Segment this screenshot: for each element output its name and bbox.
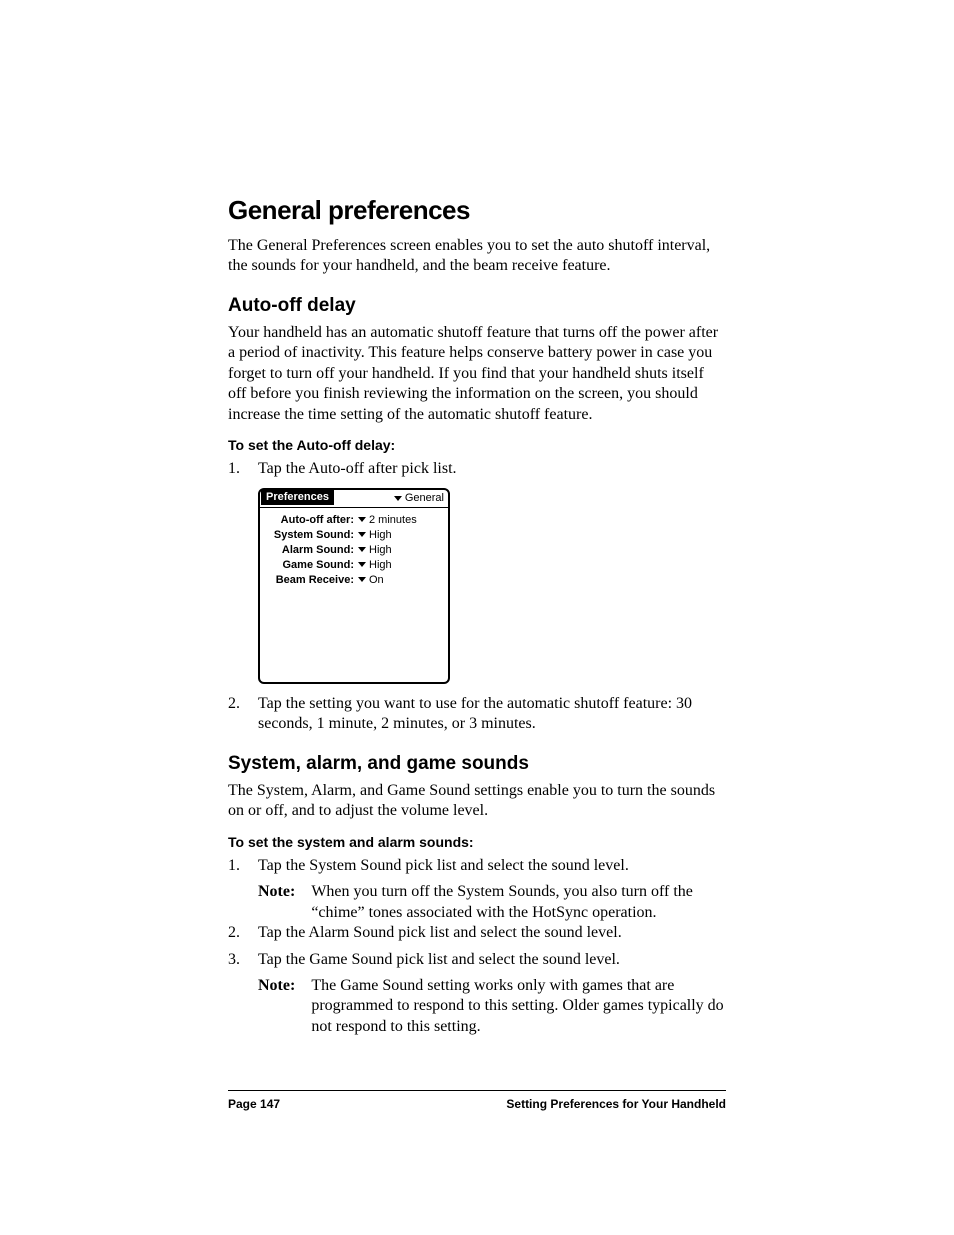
sounds-subhead: To set the system and alarm sounds: [228, 834, 726, 850]
dropdown-icon [358, 547, 366, 552]
sounds-paragraph: The System, Alarm, and Game Sound settin… [228, 781, 726, 822]
auto-off-subhead: To set the Auto-off delay: [228, 437, 726, 453]
auto-off-heading: Auto-off delay [228, 295, 726, 317]
note-text: When you turn off the System Sounds, you… [311, 882, 726, 923]
pref-row: System Sound: High [266, 529, 442, 541]
note-block: Note: When you turn off the System Sound… [258, 882, 726, 923]
list-item: Tap the Auto-off after pick list. [228, 459, 726, 479]
dropdown-icon [358, 577, 366, 582]
list-item: Tap the setting you want to use for the … [228, 694, 726, 735]
screenshot-title: Preferences [261, 490, 334, 505]
pref-value: On [369, 574, 384, 586]
pref-picklist: 2 minutes [358, 514, 417, 526]
screenshot-category-picker: General [394, 492, 444, 504]
pref-value: 2 minutes [369, 514, 417, 526]
sounds-steps: Tap the System Sound pick list and selec… [228, 856, 726, 876]
pref-label: Game Sound: [266, 559, 354, 571]
page-number: Page 147 [228, 1097, 280, 1111]
pref-row: Game Sound: High [266, 559, 442, 571]
page-footer: Page 147 Setting Preferences for Your Ha… [228, 1090, 726, 1111]
sounds-heading: System, alarm, and game sounds [228, 753, 726, 775]
intro-paragraph: The General Preferences screen enables y… [228, 236, 726, 277]
pref-label: Auto-off after: [266, 514, 354, 526]
note-block: Note: The Game Sound setting works only … [258, 976, 726, 1037]
note-label: Note: [258, 976, 295, 1037]
screenshot-body: Auto-off after: 2 minutes System Sound: … [260, 508, 448, 595]
pref-row: Auto-off after: 2 minutes [266, 514, 442, 526]
pref-row: Beam Receive: On [266, 574, 442, 586]
sounds-steps-cont: Tap the Alarm Sound pick list and select… [228, 923, 726, 970]
page-heading: General preferences [228, 195, 726, 226]
pref-value: High [369, 529, 392, 541]
screenshot-titlebar: Preferences General [260, 490, 448, 508]
auto-off-paragraph: Your handheld has an automatic shutoff f… [228, 323, 726, 425]
pref-picklist: On [358, 574, 384, 586]
step-text: Tap the Game Sound pick list and select … [258, 951, 620, 968]
pref-value: High [369, 544, 392, 556]
list-item: Tap the System Sound pick list and selec… [228, 856, 726, 876]
chapter-title: Setting Preferences for Your Handheld [506, 1097, 726, 1111]
list-item: Tap the Game Sound pick list and select … [228, 950, 726, 970]
pref-picklist: High [358, 544, 392, 556]
screenshot-category-label: General [405, 492, 444, 504]
dropdown-icon [358, 562, 366, 567]
dropdown-icon [394, 496, 402, 501]
list-item: Tap the Alarm Sound pick list and select… [228, 923, 726, 943]
pref-label: System Sound: [266, 529, 354, 541]
pref-row: Alarm Sound: High [266, 544, 442, 556]
pref-picklist: High [358, 529, 392, 541]
pref-value: High [369, 559, 392, 571]
prefs-screenshot: Preferences General Auto-off after: 2 mi… [258, 488, 450, 684]
dropdown-icon [358, 532, 366, 537]
note-label: Note: [258, 882, 295, 923]
note-text: The Game Sound setting works only with g… [311, 976, 726, 1037]
pref-label: Beam Receive: [266, 574, 354, 586]
auto-off-steps: Tap the Auto-off after pick list. [228, 459, 726, 479]
step-text: Tap the System Sound pick list and selec… [258, 857, 629, 874]
pref-picklist: High [358, 559, 392, 571]
pref-label: Alarm Sound: [266, 544, 354, 556]
auto-off-steps-cont: Tap the setting you want to use for the … [228, 694, 726, 735]
dropdown-icon [358, 517, 366, 522]
